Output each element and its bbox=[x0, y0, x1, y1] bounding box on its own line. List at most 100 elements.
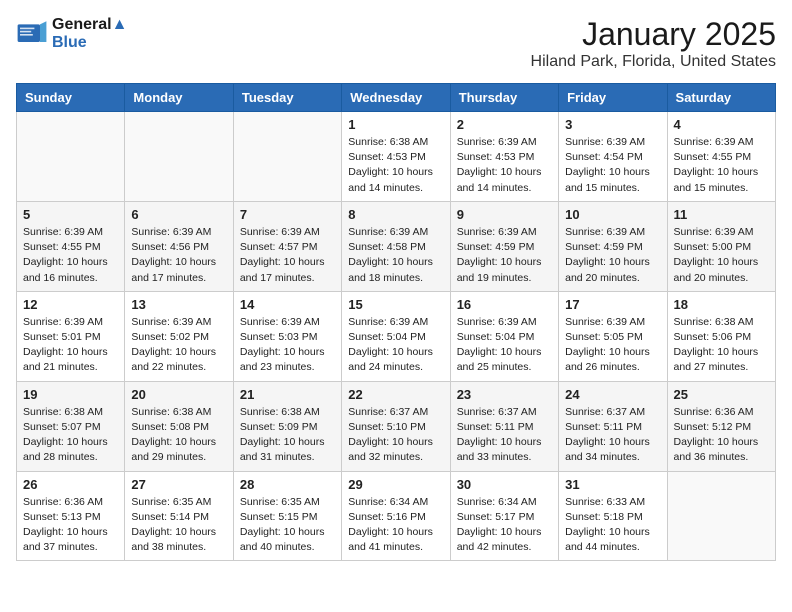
day-info: Sunrise: 6:33 AMSunset: 5:18 PMDaylight:… bbox=[565, 495, 660, 556]
calendar-week-row: 5 Sunrise: 6:39 AMSunset: 4:55 PMDaylight… bbox=[17, 201, 776, 291]
day-info: Sunrise: 6:38 AMSunset: 5:06 PMDaylight:… bbox=[674, 315, 769, 376]
day-number: 30 bbox=[457, 477, 552, 492]
weekday-header-monday: Monday bbox=[125, 84, 233, 112]
calendar-cell: 30 Sunrise: 6:34 AMSunset: 5:17 PMDayligh… bbox=[450, 471, 558, 561]
weekday-header-wednesday: Wednesday bbox=[342, 84, 450, 112]
day-info: Sunrise: 6:39 AMSunset: 5:01 PMDaylight:… bbox=[23, 315, 118, 376]
calendar-cell: 28Sunrise: 6:35 AMSunset: 5:15 PMDayligh… bbox=[233, 471, 341, 561]
calendar-cell: 15 Sunrise: 6:39 AMSunset: 5:04 PMDayligh… bbox=[342, 291, 450, 381]
day-number: 1 bbox=[348, 117, 443, 132]
calendar-cell: 11Sunrise: 6:39 AMSunset: 5:00 PMDayligh… bbox=[667, 201, 775, 291]
calendar-cell: 2 Sunrise: 6:39 AMSunset: 4:53 PMDaylight… bbox=[450, 112, 558, 202]
calendar-cell: 27Sunrise: 6:35 AMSunset: 5:14 PMDayligh… bbox=[125, 471, 233, 561]
calendar-cell: 13 Sunrise: 6:39 AMSunset: 5:02 PMDayligh… bbox=[125, 291, 233, 381]
logo: General▲ Blue bbox=[16, 16, 127, 52]
day-info: Sunrise: 6:39 AMSunset: 4:56 PMDaylight:… bbox=[131, 225, 226, 286]
day-number: 6 bbox=[131, 207, 226, 222]
day-number: 12 bbox=[23, 297, 118, 312]
weekday-header-friday: Friday bbox=[559, 84, 667, 112]
calendar-week-row: 26 Sunrise: 6:36 AMSunset: 5:13 PMDayligh… bbox=[17, 471, 776, 561]
day-number: 29 bbox=[348, 477, 443, 492]
day-info: Sunrise: 6:36 AMSunset: 5:13 PMDaylight:… bbox=[23, 495, 118, 556]
calendar-cell: 7 Sunrise: 6:39 AMSunset: 4:57 PMDaylight… bbox=[233, 201, 341, 291]
day-info: Sunrise: 6:34 AMSunset: 5:17 PMDaylight:… bbox=[457, 495, 552, 556]
day-info: Sunrise: 6:39 AMSunset: 5:05 PMDaylight:… bbox=[565, 315, 660, 376]
weekday-header-sunday: Sunday bbox=[17, 84, 125, 112]
day-info: Sunrise: 6:39 AMSunset: 5:03 PMDaylight:… bbox=[240, 315, 335, 376]
day-number: 2 bbox=[457, 117, 552, 132]
day-number: 9 bbox=[457, 207, 552, 222]
day-info: Sunrise: 6:39 AMSunset: 5:04 PMDaylight:… bbox=[348, 315, 443, 376]
day-number: 16 bbox=[457, 297, 552, 312]
calendar-cell bbox=[125, 112, 233, 202]
day-info: Sunrise: 6:37 AMSunset: 5:11 PMDaylight:… bbox=[565, 405, 660, 466]
day-number: 19 bbox=[23, 387, 118, 402]
day-info: Sunrise: 6:36 AMSunset: 5:12 PMDaylight:… bbox=[674, 405, 769, 466]
title-area: January 2025 Hiland Park, Florida, Unite… bbox=[531, 16, 776, 71]
day-info: Sunrise: 6:39 AMSunset: 5:02 PMDaylight:… bbox=[131, 315, 226, 376]
day-info: Sunrise: 6:39 AMSunset: 4:58 PMDaylight:… bbox=[348, 225, 443, 286]
day-number: 27 bbox=[131, 477, 226, 492]
page-header: General▲ Blue January 2025 Hiland Park, … bbox=[16, 16, 776, 71]
day-number: 18 bbox=[674, 297, 769, 312]
calendar-cell: 8Sunrise: 6:39 AMSunset: 4:58 PMDaylight… bbox=[342, 201, 450, 291]
calendar-cell: 29 Sunrise: 6:34 AMSunset: 5:16 PMDayligh… bbox=[342, 471, 450, 561]
day-number: 24 bbox=[565, 387, 660, 402]
day-info: Sunrise: 6:38 AMSunset: 4:53 PMDaylight:… bbox=[348, 135, 443, 196]
day-number: 20 bbox=[131, 387, 226, 402]
day-info: Sunrise: 6:39 AMSunset: 4:55 PMDaylight:… bbox=[23, 225, 118, 286]
calendar-cell: 24 Sunrise: 6:37 AMSunset: 5:11 PMDayligh… bbox=[559, 381, 667, 471]
day-number: 13 bbox=[131, 297, 226, 312]
logo-icon bbox=[16, 18, 48, 50]
calendar-cell: 31 Sunrise: 6:33 AMSunset: 5:18 PMDayligh… bbox=[559, 471, 667, 561]
day-number: 14 bbox=[240, 297, 335, 312]
day-number: 7 bbox=[240, 207, 335, 222]
logo-text: General▲ Blue bbox=[52, 16, 127, 52]
calendar-cell: 18 Sunrise: 6:38 AMSunset: 5:06 PMDayligh… bbox=[667, 291, 775, 381]
day-info: Sunrise: 6:39 AMSunset: 5:04 PMDaylight:… bbox=[457, 315, 552, 376]
calendar-table: SundayMondayTuesdayWednesdayThursdayFrid… bbox=[16, 83, 776, 561]
calendar-cell bbox=[233, 112, 341, 202]
weekday-header-row: SundayMondayTuesdayWednesdayThursdayFrid… bbox=[17, 84, 776, 112]
day-info: Sunrise: 6:37 AMSunset: 5:11 PMDaylight:… bbox=[457, 405, 552, 466]
calendar-week-row: 1 Sunrise: 6:38 AMSunset: 4:53 PMDaylight… bbox=[17, 112, 776, 202]
day-info: Sunrise: 6:39 AMSunset: 4:59 PMDaylight:… bbox=[565, 225, 660, 286]
calendar-cell: 23Sunrise: 6:37 AMSunset: 5:11 PMDayligh… bbox=[450, 381, 558, 471]
calendar-cell: 17 Sunrise: 6:39 AMSunset: 5:05 PMDayligh… bbox=[559, 291, 667, 381]
day-number: 5 bbox=[23, 207, 118, 222]
day-number: 4 bbox=[674, 117, 769, 132]
calendar-cell: 21 Sunrise: 6:38 AMSunset: 5:09 PMDayligh… bbox=[233, 381, 341, 471]
day-info: Sunrise: 6:38 AMSunset: 5:09 PMDaylight:… bbox=[240, 405, 335, 466]
calendar-cell: 14 Sunrise: 6:39 AMSunset: 5:03 PMDayligh… bbox=[233, 291, 341, 381]
calendar-title: January 2025 bbox=[531, 16, 776, 53]
calendar-cell: 4Sunrise: 6:39 AMSunset: 4:55 PMDaylight… bbox=[667, 112, 775, 202]
calendar-cell: 1 Sunrise: 6:38 AMSunset: 4:53 PMDaylight… bbox=[342, 112, 450, 202]
day-info: Sunrise: 6:39 AMSunset: 4:57 PMDaylight:… bbox=[240, 225, 335, 286]
day-number: 31 bbox=[565, 477, 660, 492]
calendar-cell: 19Sunrise: 6:38 AMSunset: 5:07 PMDayligh… bbox=[17, 381, 125, 471]
day-info: Sunrise: 6:35 AMSunset: 5:15 PMDaylight:… bbox=[240, 495, 335, 556]
calendar-week-row: 19Sunrise: 6:38 AMSunset: 5:07 PMDayligh… bbox=[17, 381, 776, 471]
calendar-cell bbox=[17, 112, 125, 202]
day-info: Sunrise: 6:39 AMSunset: 4:59 PMDaylight:… bbox=[457, 225, 552, 286]
weekday-header-saturday: Saturday bbox=[667, 84, 775, 112]
calendar-cell: 26 Sunrise: 6:36 AMSunset: 5:13 PMDayligh… bbox=[17, 471, 125, 561]
day-number: 3 bbox=[565, 117, 660, 132]
weekday-header-thursday: Thursday bbox=[450, 84, 558, 112]
day-info: Sunrise: 6:39 AMSunset: 4:53 PMDaylight:… bbox=[457, 135, 552, 196]
day-info: Sunrise: 6:39 AMSunset: 4:54 PMDaylight:… bbox=[565, 135, 660, 196]
calendar-cell: 9 Sunrise: 6:39 AMSunset: 4:59 PMDaylight… bbox=[450, 201, 558, 291]
day-number: 25 bbox=[674, 387, 769, 402]
calendar-cell: 5 Sunrise: 6:39 AMSunset: 4:55 PMDaylight… bbox=[17, 201, 125, 291]
calendar-subtitle: Hiland Park, Florida, United States bbox=[531, 53, 776, 71]
calendar-cell: 22Sunrise: 6:37 AMSunset: 5:10 PMDayligh… bbox=[342, 381, 450, 471]
day-number: 17 bbox=[565, 297, 660, 312]
calendar-cell: 6 Sunrise: 6:39 AMSunset: 4:56 PMDaylight… bbox=[125, 201, 233, 291]
day-number: 21 bbox=[240, 387, 335, 402]
day-number: 22 bbox=[348, 387, 443, 402]
day-number: 26 bbox=[23, 477, 118, 492]
day-number: 11 bbox=[674, 207, 769, 222]
calendar-cell: 25 Sunrise: 6:36 AMSunset: 5:12 PMDayligh… bbox=[667, 381, 775, 471]
day-info: Sunrise: 6:34 AMSunset: 5:16 PMDaylight:… bbox=[348, 495, 443, 556]
day-number: 15 bbox=[348, 297, 443, 312]
